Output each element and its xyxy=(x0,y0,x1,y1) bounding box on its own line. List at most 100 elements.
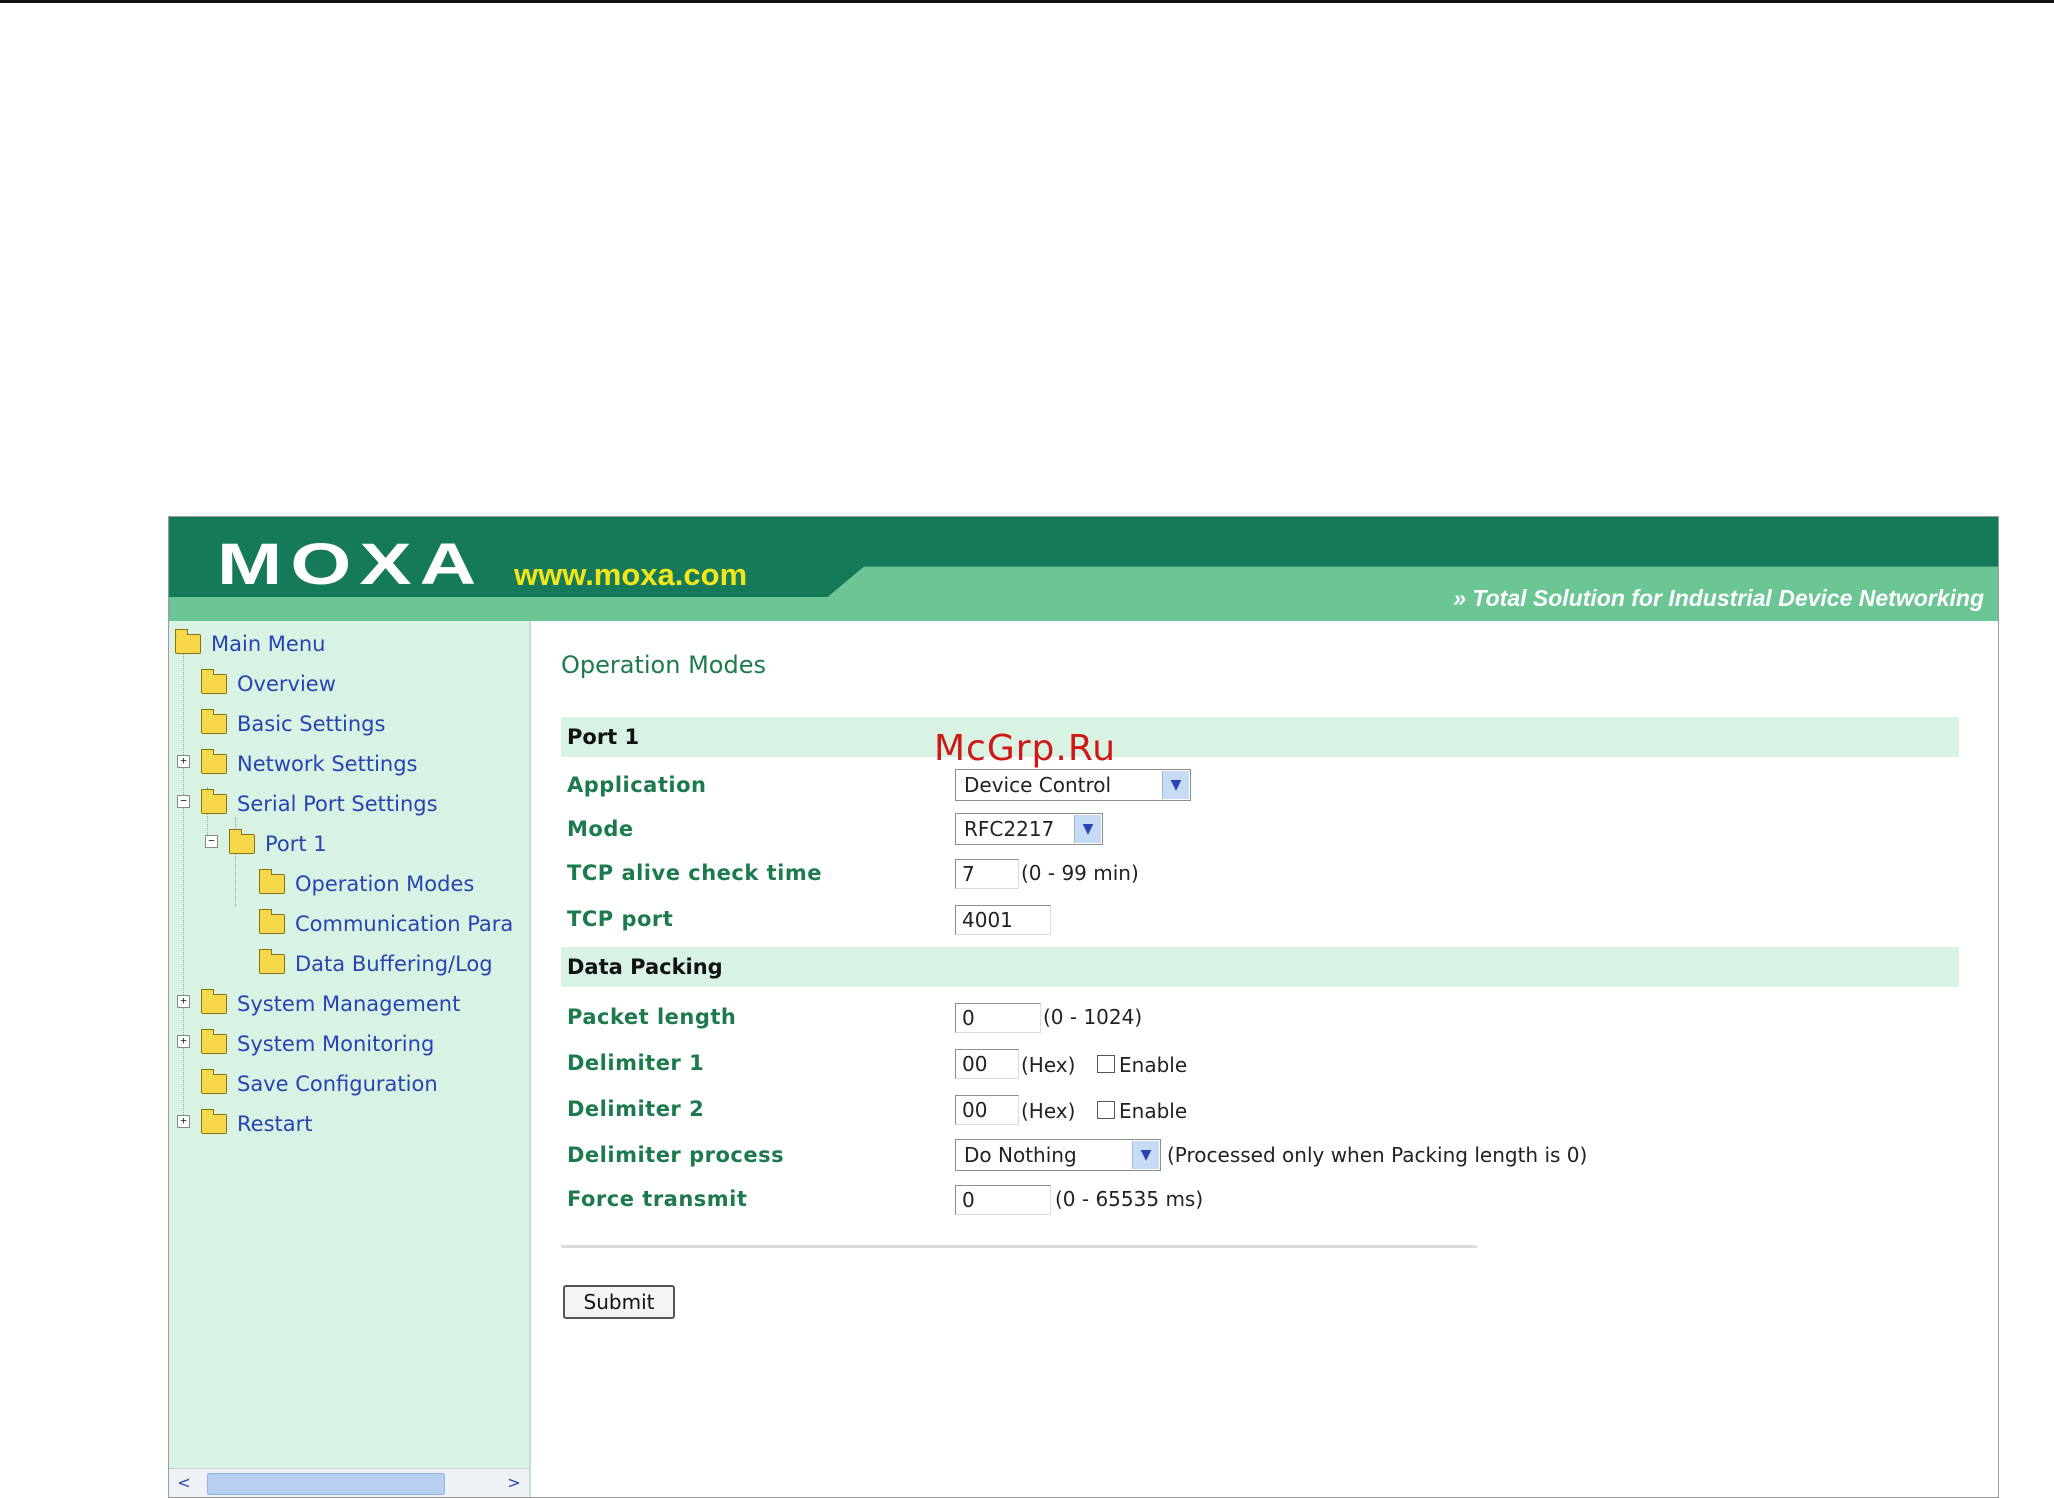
sidebar-item-restart[interactable]: Restart xyxy=(201,1109,312,1139)
force-transmit-input[interactable]: 0 xyxy=(955,1185,1051,1215)
application-select-value: Device Control xyxy=(964,773,1112,797)
expand-icon[interactable]: + xyxy=(177,755,190,768)
delimiter-process-select[interactable]: Do Nothing ▼ xyxy=(955,1139,1161,1171)
section-title: Data Packing xyxy=(567,955,723,979)
expand-icon[interactable]: + xyxy=(177,1115,190,1128)
delimiter-process-label: Delimiter process xyxy=(567,1143,785,1167)
sidebar-item-save-configuration[interactable]: Save Configuration xyxy=(201,1069,438,1099)
tree-line xyxy=(183,647,184,1127)
collapse-icon[interactable]: − xyxy=(205,835,218,848)
watermark: McGrp.Ru xyxy=(934,728,1117,769)
delimiter-2-label: Delimiter 2 xyxy=(567,1097,705,1121)
submit-button[interactable]: Submit xyxy=(563,1285,675,1319)
mode-label: Mode xyxy=(567,817,634,841)
sidebar-item-operation-modes[interactable]: Operation Modes xyxy=(259,869,474,899)
folder-open-icon xyxy=(201,789,227,814)
packet-length-hint: (0 - 1024) xyxy=(1043,1005,1143,1029)
folder-open-icon xyxy=(175,629,201,654)
sidebar-item-main-menu[interactable]: Main Menu xyxy=(175,629,325,659)
application-label: Application xyxy=(567,773,707,797)
tcp-alive-check-hint: (0 - 99 min) xyxy=(1021,861,1139,885)
sidebar-item-port-1[interactable]: Port 1 xyxy=(229,829,327,859)
sidebar-item-label: Data Buffering/Log xyxy=(295,952,493,976)
folder-icon xyxy=(259,949,285,974)
delimiter-2-enable-checkbox[interactable] xyxy=(1097,1101,1115,1119)
packet-length-input[interactable]: 0 xyxy=(955,1003,1041,1033)
section-data-packing: Data Packing xyxy=(561,947,1959,987)
folder-open-icon xyxy=(229,829,255,854)
sidebar-item-serial-port-settings[interactable]: Serial Port Settings xyxy=(201,789,438,819)
delimiter-process-select-value: Do Nothing xyxy=(964,1143,1077,1167)
form-divider xyxy=(561,1245,1477,1248)
expand-icon[interactable]: + xyxy=(177,1035,190,1048)
sidebar-item-system-monitoring[interactable]: System Monitoring xyxy=(201,1029,434,1059)
scroll-left-arrow-icon[interactable]: < xyxy=(173,1472,195,1494)
scrollbar-thumb[interactable] xyxy=(207,1473,445,1495)
tcp-port-label: TCP port xyxy=(567,907,674,931)
mode-select[interactable]: RFC2217 ▼ xyxy=(955,813,1103,845)
folder-icon xyxy=(259,909,285,934)
folder-icon xyxy=(259,869,285,894)
sidebar-item-overview[interactable]: Overview xyxy=(201,669,336,699)
packet-length-label: Packet length xyxy=(567,1005,737,1029)
scroll-right-arrow-icon[interactable]: > xyxy=(503,1472,525,1494)
tcp-alive-check-label: TCP alive check time xyxy=(567,861,822,885)
collapse-icon[interactable]: − xyxy=(177,795,190,808)
sidebar-item-label: Basic Settings xyxy=(237,712,386,736)
delimiter-1-hex: (Hex) xyxy=(1021,1053,1076,1077)
delimiter-1-enable-label: Enable xyxy=(1119,1053,1188,1077)
folder-icon xyxy=(201,1029,227,1054)
folder-icon xyxy=(201,1109,227,1134)
delimiter-1-input[interactable]: 00 xyxy=(955,1049,1019,1079)
sidebar-item-system-management[interactable]: System Management xyxy=(201,989,460,1019)
folder-icon xyxy=(201,669,227,694)
sidebar-item-network-settings[interactable]: Network Settings xyxy=(201,749,418,779)
delimiter-2-enable-label: Enable xyxy=(1119,1099,1188,1123)
sidebar-item-basic-settings[interactable]: Basic Settings xyxy=(201,709,385,739)
section-port-1: Port 1 xyxy=(561,717,1959,757)
delimiter-1-label: Delimiter 1 xyxy=(567,1051,705,1075)
sidebar-item-label: Restart xyxy=(237,1112,313,1136)
folder-icon xyxy=(201,749,227,774)
moxa-logo: MOXA xyxy=(217,532,485,597)
delimiter-1-enable-checkbox[interactable] xyxy=(1097,1055,1115,1073)
section-title: Port 1 xyxy=(567,725,640,749)
expand-icon[interactable]: + xyxy=(177,995,190,1008)
force-transmit-hint: (0 - 65535 ms) xyxy=(1055,1187,1204,1211)
sidebar-horizontal-scrollbar[interactable]: < > xyxy=(169,1468,529,1497)
tcp-alive-check-input[interactable]: 7 xyxy=(955,859,1019,889)
sidebar-item-data-buffering[interactable]: Data Buffering/Log xyxy=(259,949,493,979)
chevron-down-icon[interactable]: ▼ xyxy=(1074,815,1101,843)
sidebar-item-label: Serial Port Settings xyxy=(237,792,438,816)
sidebar-item-label: Overview xyxy=(237,672,336,696)
sidebar-item-label: Operation Modes xyxy=(295,872,475,896)
sidebar-nav: Main Menu Overview Basic Settings + Netw… xyxy=(169,621,531,1497)
application-select[interactable]: Device Control ▼ xyxy=(955,769,1191,801)
chevron-down-icon[interactable]: ▼ xyxy=(1162,771,1189,799)
delimiter-process-hint: (Processed only when Packing length is 0… xyxy=(1167,1143,1588,1167)
folder-icon xyxy=(201,989,227,1014)
force-transmit-label: Force transmit xyxy=(567,1187,748,1211)
sidebar-item-communication-parameters[interactable]: Communication Para xyxy=(259,909,513,939)
browser-frame: MOXA www.moxa.com » Total Solution for I… xyxy=(168,516,1999,1498)
sidebar-item-label: Communication Para xyxy=(295,912,514,936)
tcp-port-input[interactable]: 4001 xyxy=(955,905,1051,935)
sidebar-item-label: Main Menu xyxy=(211,632,326,656)
page-title: Operation Modes xyxy=(561,651,766,679)
header-banner: MOXA www.moxa.com » Total Solution for I… xyxy=(169,517,1998,621)
delimiter-2-hex: (Hex) xyxy=(1021,1099,1076,1123)
top-rule xyxy=(0,0,2054,3)
header-slogan: » Total Solution for Industrial Device N… xyxy=(1453,585,1984,611)
sidebar-item-label: Port 1 xyxy=(265,832,327,856)
main-content: Operation Modes Port 1 Application Devic… xyxy=(531,621,1998,1497)
mode-select-value: RFC2217 xyxy=(964,817,1055,841)
site-url[interactable]: www.moxa.com xyxy=(514,557,747,593)
folder-icon xyxy=(201,1069,227,1094)
sidebar-item-label: Save Configuration xyxy=(237,1072,438,1096)
folder-icon xyxy=(201,709,227,734)
delimiter-2-input[interactable]: 00 xyxy=(955,1095,1019,1125)
sidebar-item-label: System Monitoring xyxy=(237,1032,435,1056)
sidebar-item-label: Network Settings xyxy=(237,752,418,776)
sidebar-item-label: System Management xyxy=(237,992,461,1016)
chevron-down-icon[interactable]: ▼ xyxy=(1132,1141,1159,1169)
